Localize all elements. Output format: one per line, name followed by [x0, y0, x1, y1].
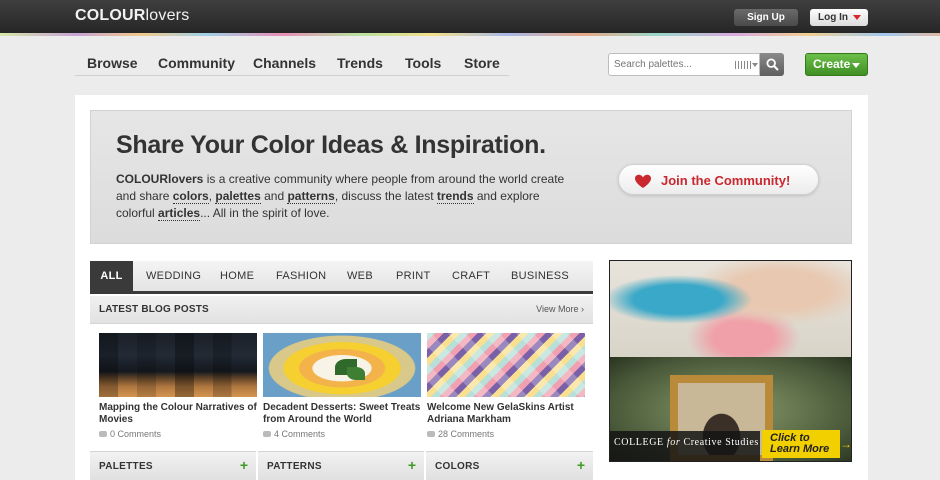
comment-icon [263, 431, 271, 437]
join-community-button[interactable]: Join the Community! [618, 164, 819, 195]
blog-post-title[interactable]: Mapping the Colour Narratives of Movies [99, 402, 259, 426]
section-colors[interactable]: COLORS + [426, 451, 593, 480]
search-icon [766, 58, 779, 71]
ad-college-name: COLLEGE for Creative Studies [614, 437, 759, 448]
nav-item-tools[interactable]: Tools [405, 55, 441, 71]
site-logo[interactable]: COLOURlovers [75, 7, 189, 25]
ad-learn-more-button[interactable]: Click to Learn More [762, 430, 840, 458]
hero-banner: Share Your Color Ideas & Inspiration. CO… [90, 110, 852, 244]
heart-icon [635, 174, 651, 188]
ad-artwork-top [610, 261, 851, 357]
tab-all[interactable]: ALL [90, 261, 133, 291]
colour-stripe [0, 33, 940, 36]
link-trends[interactable]: trends [436, 189, 474, 204]
link-articles[interactable]: articles [158, 206, 201, 221]
link-patterns[interactable]: patterns [287, 189, 335, 204]
plus-icon[interactable]: + [408, 457, 416, 473]
nav-item-channels[interactable]: Channels [253, 55, 316, 71]
view-more-link[interactable]: View More › [536, 304, 584, 314]
caret-down-icon [852, 63, 860, 68]
filter-caret-icon [752, 63, 758, 67]
comment-count[interactable]: 28 Comments [427, 429, 494, 439]
tab-home[interactable]: HOME [220, 261, 254, 291]
brand-name: COLOURlovers [116, 172, 204, 186]
create-label: Create [813, 57, 851, 71]
section-title: COLORS [435, 461, 480, 472]
main-nav: Browse Community Channels Trends Tools S… [75, 52, 509, 76]
section-title: PATTERNS [267, 461, 322, 472]
link-palettes[interactable]: palettes [215, 189, 261, 204]
comment-text: 0 Comments [110, 429, 162, 439]
comment-count[interactable]: 0 Comments [99, 429, 161, 439]
nav-item-store[interactable]: Store [464, 55, 500, 71]
comment-text: 4 Comments [274, 429, 326, 439]
blog-thumbnail[interactable] [263, 333, 421, 397]
search-box [608, 53, 760, 76]
login-button[interactable]: Log In [810, 9, 868, 26]
ad-click-line: Learn More [770, 443, 830, 455]
signup-button[interactable]: Sign Up [734, 9, 798, 26]
tab-craft[interactable]: CRAFT [452, 261, 490, 291]
search-button[interactable] [760, 53, 784, 76]
arrow-right-icon: → [840, 437, 852, 451]
blog-post-title[interactable]: Welcome New GelaSkins Artist Adriana Mar… [427, 402, 587, 426]
logo-rest: lovers [145, 7, 190, 24]
blog-thumbnail[interactable] [99, 333, 257, 397]
tab-wedding[interactable]: WEDDING [146, 261, 201, 291]
advertisement[interactable]: COLLEGE for Creative Studies Click to Lea… [609, 260, 852, 462]
blog-header: LATEST BLOG POSTS View More › [90, 296, 593, 324]
comment-icon [99, 431, 107, 437]
desc-text: ... All in the spirit of love. [200, 206, 330, 220]
hero-title: Share Your Color Ideas & Inspiration. [116, 131, 546, 159]
nav-item-browse[interactable]: Browse [87, 55, 138, 71]
plus-icon[interactable]: + [240, 457, 248, 473]
join-label: Join the Community! [661, 173, 791, 188]
tab-print[interactable]: PRINT [396, 261, 431, 291]
nav-item-community[interactable]: Community [158, 55, 235, 71]
tab-fashion[interactable]: FASHION [276, 261, 326, 291]
tab-business[interactable]: BUSINESS [511, 261, 569, 291]
tab-web[interactable]: WEB [347, 261, 373, 291]
blog-post-title[interactable]: Decadent Desserts: Sweet Treats from Aro… [263, 402, 423, 426]
category-tabs: ALL WEDDING HOME FASHION WEB PRINT CRAFT… [90, 261, 593, 294]
desc-text: , discuss the latest [334, 189, 437, 203]
blog-thumbnail[interactable] [427, 333, 585, 397]
ad-college-for: for [666, 437, 681, 448]
ad-college-studies: Creative Studies [683, 437, 759, 448]
search-input[interactable] [614, 57, 729, 72]
plus-icon[interactable]: + [577, 457, 585, 473]
leaf-shape [347, 367, 365, 380]
desc-text: and [260, 189, 288, 203]
comment-count[interactable]: 4 Comments [263, 429, 325, 439]
nav-item-trends[interactable]: Trends [337, 55, 383, 71]
link-colors[interactable]: colors [172, 189, 209, 204]
search-filter-icon[interactable] [735, 61, 751, 69]
login-label: Log In [818, 12, 848, 23]
caret-down-icon [853, 15, 861, 20]
section-title: PALETTES [99, 461, 153, 472]
comment-icon [427, 431, 435, 437]
ad-college-word: COLLEGE [614, 437, 664, 448]
section-patterns[interactable]: PATTERNS + [258, 451, 424, 480]
logo-bold: COLOUR [75, 7, 146, 24]
create-button[interactable]: Create [805, 53, 868, 76]
section-palettes[interactable]: PALETTES + [90, 451, 256, 480]
hero-description: COLOURlovers is a creative community whe… [116, 171, 578, 222]
comment-text: 28 Comments [438, 429, 495, 439]
blog-heading: LATEST BLOG POSTS [99, 304, 209, 315]
